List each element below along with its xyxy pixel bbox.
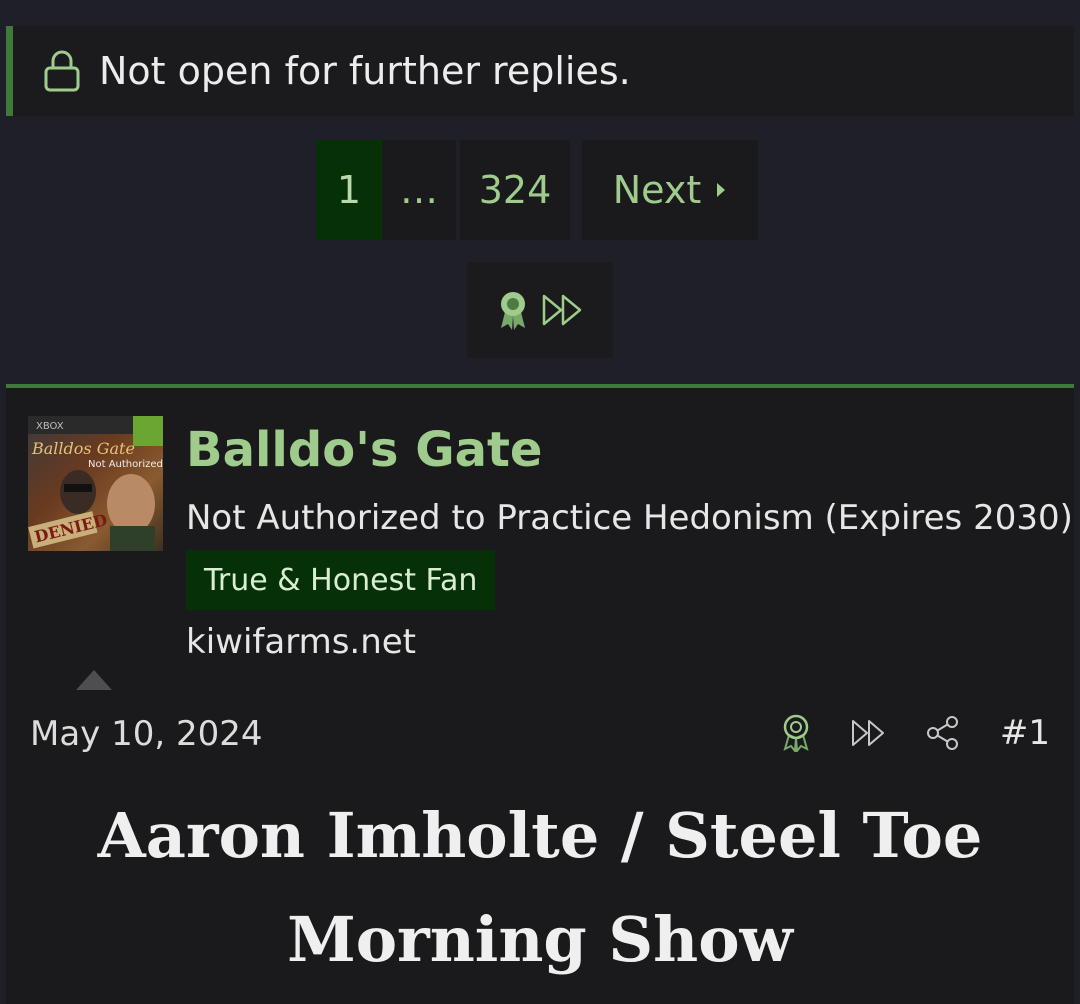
ribbon-award-icon[interactable] [495,290,531,330]
thread-title: Aaron Imholte / Steel Toe Morning Show [6,784,1074,992]
user-banner: True & Honest Fan [186,550,496,610]
page-current[interactable]: 1 [316,140,382,240]
svg-text:XBOX: XBOX [36,421,64,432]
lock-icon [44,50,80,92]
svg-text:DENIED: DENIED [33,510,110,546]
post-actions: #1 [742,708,1050,758]
post-date[interactable]: May 10, 2024 [30,714,263,754]
post: XBOX Balldos Gate Not Authorized DENIED … [6,384,1074,1004]
user-extra: kiwifarms.net [186,622,417,662]
username-link[interactable]: Balldo's Gate [186,422,542,478]
thread-closed-notice: Not open for further replies. [6,26,1074,116]
next-page-button[interactable]: Next [582,140,758,240]
share-icon[interactable] [926,715,960,751]
jump-button[interactable] [467,262,613,358]
page-ellipsis[interactable]: … [382,140,456,240]
ribbon-award-icon[interactable] [780,714,812,752]
avatar-image: XBOX Balldos Gate Not Authorized DENIED [28,416,163,551]
fast-forward-icon[interactable] [541,293,585,327]
thread-title-line-1: Aaron Imholte / Steel Toe [97,799,983,872]
next-label: Next [612,168,702,212]
page-last[interactable]: 324 [460,140,570,240]
fast-forward-icon[interactable] [850,718,888,748]
post-number-link[interactable]: #1 [1000,713,1050,753]
svg-text:Balldos Gate: Balldos Gate [31,439,135,458]
svg-text:Not Authorized: Not Authorized [88,459,163,470]
caret-right-icon [717,183,726,197]
avatar[interactable]: XBOX Balldos Gate Not Authorized DENIED [28,416,163,551]
thread-title-line-2: Morning Show [287,903,793,976]
notice-text: Not open for further replies. [99,49,631,93]
arrow-up-icon [76,670,112,690]
user-title: Not Authorized to Practice Hedonism (Exp… [186,498,1073,538]
pagination: 1 … 324 Next [316,140,762,240]
